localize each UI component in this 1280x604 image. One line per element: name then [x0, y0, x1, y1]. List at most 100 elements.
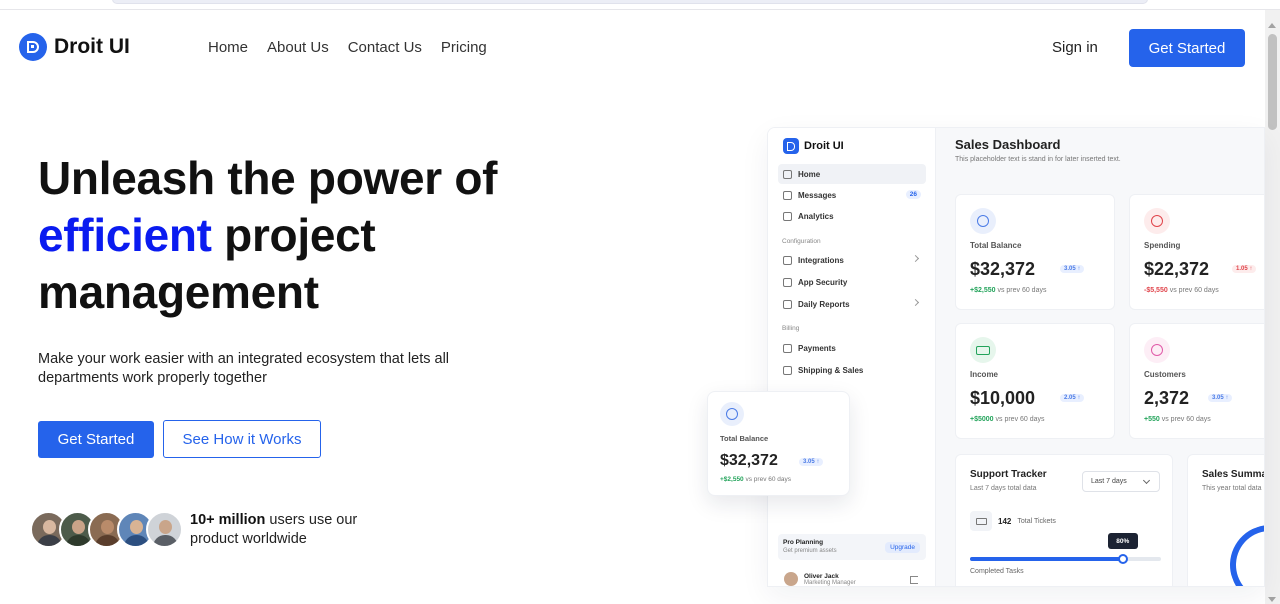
user-name: Oliver Jack [804, 572, 839, 580]
signin-link[interactable]: Sign in [1052, 39, 1098, 56]
puzzle-icon [783, 255, 792, 265]
hero-title-line1: Unleash the power of [38, 152, 498, 204]
hero-subtitle: Make your work easier with an integrated… [38, 351, 450, 386]
messages-count-badge: 26 [905, 190, 921, 199]
spending-card: Spending $22,372 1.05 ↑ -$5,550 vs prev … [1129, 194, 1264, 310]
card-delta: +550 [1144, 416, 1160, 423]
completed-tasks-label: Completed Tasks [970, 568, 1024, 575]
box-icon [783, 365, 792, 375]
sidebar-section-billing: Billing [782, 325, 800, 332]
sidebar-item-label: App Security [798, 277, 848, 287]
sidebar-item-payments[interactable]: Payments [778, 338, 926, 358]
card-value: $10,000 [970, 388, 1036, 408]
card-value: $32,372 [720, 452, 778, 469]
nav-link-contact[interactable]: Contact Us [348, 39, 422, 56]
sidebar-item-analytics[interactable]: Analytics [778, 206, 926, 226]
scroll-thumb[interactable] [1268, 34, 1277, 130]
card-label: Customers [1144, 370, 1186, 379]
tickets-summary: 142 Total Tickets [970, 511, 1056, 531]
social-proof: 10+ million users use our product worldw… [190, 511, 390, 549]
dashboard-subtitle: This placeholder text is stand in for la… [955, 156, 1121, 163]
nav-link-pricing[interactable]: Pricing [441, 39, 487, 56]
card-label: Total Balance [970, 241, 1022, 250]
card-footnote: +$5000 vs prev 60 days [970, 416, 1045, 423]
cash-icon [970, 337, 996, 363]
home-icon [783, 169, 792, 179]
sidebar-item-app-security[interactable]: App Security [778, 272, 926, 292]
total-balance-card: Total Balance $32,372 3.05 ↑ +$2,550 vs … [955, 194, 1115, 310]
trend-chip: 3.05 ↑ [1208, 394, 1233, 402]
hero-title-accent: efficient [38, 209, 212, 261]
nav-link-home[interactable]: Home [208, 39, 248, 56]
date-range-select[interactable]: Last 7 days [1082, 471, 1160, 492]
nav-get-started-button[interactable]: Get Started [1129, 29, 1245, 67]
report-icon [783, 299, 792, 309]
sidebar-item-label: Home [798, 169, 821, 179]
logout-icon[interactable] [910, 576, 918, 584]
upgrade-button[interactable]: Upgrade [885, 542, 920, 553]
shield-icon [783, 277, 792, 287]
trend-chip: 3.05 ↑ [799, 458, 824, 466]
income-card: Income $10,000 2.05 ↑ +$5000 vs prev 60 … [955, 323, 1115, 439]
sidebar-item-label: Integrations [798, 255, 844, 265]
card-footnote: +550 vs prev 60 days [1144, 416, 1211, 423]
user-avatars [30, 511, 183, 548]
card-value: $32,372 [970, 259, 1036, 279]
scroll-down-icon[interactable] [1268, 597, 1276, 602]
card-value: $22,372 [1144, 259, 1210, 279]
avatar [146, 511, 183, 548]
sales-summary-title: Sales Summary [1202, 469, 1264, 480]
brand-logo-link[interactable]: Droit UI [19, 33, 130, 61]
tracker-title: Support Tracker [970, 469, 1047, 480]
pro-planning-card: Pro Planning Get premium assets Upgrade [778, 534, 926, 560]
social-proof-bold: 10+ million [190, 512, 266, 528]
progress-fill [970, 557, 1123, 561]
sidebar-item-shipping-sales[interactable]: Shipping & Sales [778, 360, 926, 380]
tickets-count: 142 [998, 516, 1012, 526]
nav-link-about[interactable]: About Us [267, 39, 329, 56]
sidebar-item-label: Analytics [798, 211, 834, 221]
sidebar-item-home[interactable]: Home [778, 164, 926, 184]
trend-chip: 3.05 ↑ [1060, 265, 1085, 273]
sidebar-user[interactable]: Oliver Jack Marketing Manager [784, 572, 856, 586]
sales-summary-card: Sales Summary This year total data [1187, 454, 1264, 586]
sidebar-item-integrations[interactable]: Integrations [778, 250, 926, 270]
payments-icon [783, 343, 792, 353]
card-delta: -$5,550 [1144, 287, 1168, 294]
sidebar-item-label: Shipping & Sales [798, 365, 864, 375]
users-icon [1144, 337, 1170, 363]
dollar-icon [1144, 208, 1170, 234]
database-icon [720, 402, 744, 426]
card-delta: +$5000 [970, 416, 994, 423]
see-how-it-works-button[interactable]: See How it Works [163, 420, 321, 458]
chevron-right-icon [911, 298, 920, 307]
ticket-icon [970, 511, 992, 531]
card-footnote: -$5,550 vs prev 60 days [1144, 287, 1219, 294]
hero-title: Unleash the power of efficient project m… [38, 150, 598, 321]
progress-knob[interactable] [1117, 554, 1128, 564]
browser-top-strip [0, 0, 1280, 10]
dashboard-preview: Droit UI Home Messages 26 Analytics Conf… [767, 127, 1265, 587]
sidebar-item-label: Messages [798, 190, 837, 200]
sidebar-item-label: Payments [798, 343, 836, 353]
hero-title-rest: project [211, 209, 376, 261]
card-delta: +$2,550 [970, 287, 996, 294]
sidebar-item-messages[interactable]: Messages 26 [778, 185, 926, 205]
tracker-subtitle: Last 7 days total data [970, 485, 1037, 492]
card-value: 2,372 [1144, 388, 1190, 408]
card-label: Income [970, 370, 999, 379]
plan-title: Pro Planning [783, 539, 824, 546]
address-bar[interactable] [112, 0, 1148, 4]
sidebar-item-daily-reports[interactable]: Daily Reports [778, 294, 926, 314]
card-footnote: +$2,550 vs prev 60 days [720, 476, 791, 483]
floating-total-balance-card: Total Balance $32,372 3.05 ↑ +$2,550 vs … [707, 391, 850, 496]
brand-name: Droit UI [54, 35, 130, 58]
dashboard-sidebar: Droit UI Home Messages 26 Analytics Conf… [768, 128, 936, 586]
page-scrollbar[interactable] [1265, 10, 1280, 604]
dashboard-brand-name: Droit UI [804, 140, 844, 152]
hero-get-started-button[interactable]: Get Started [38, 421, 154, 458]
plan-subtitle: Get premium assets [783, 548, 837, 554]
database-icon [970, 208, 996, 234]
scroll-up-icon[interactable] [1268, 23, 1276, 28]
card-delta: +$2,550 [720, 476, 744, 483]
